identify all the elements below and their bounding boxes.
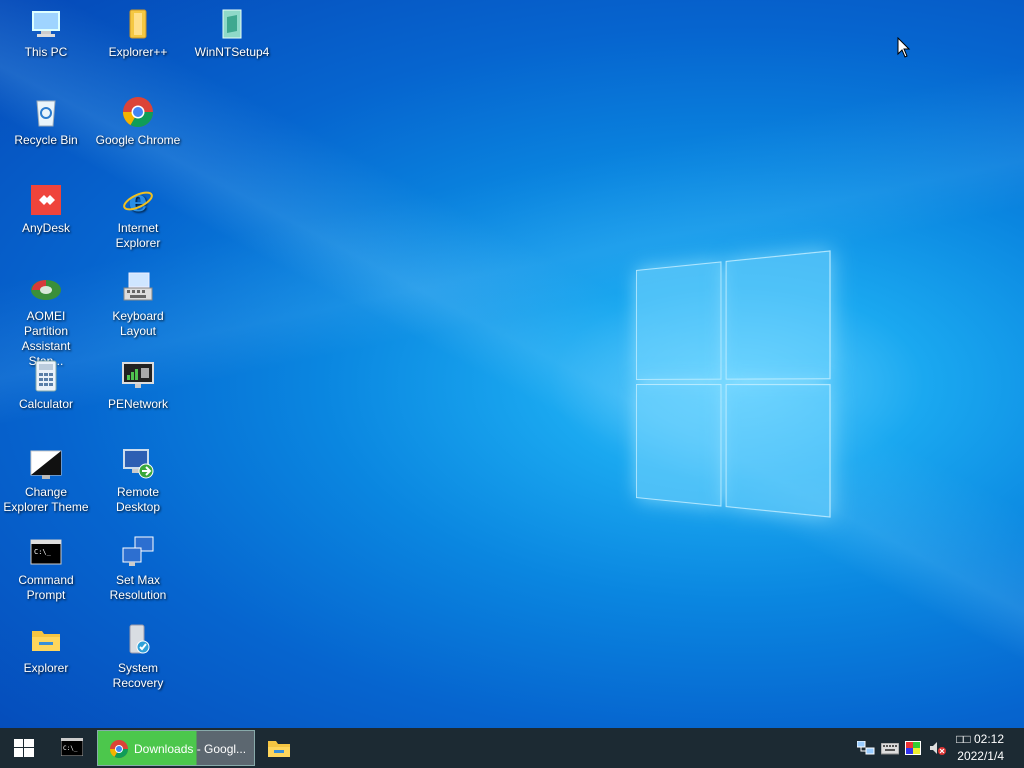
icon-label: PENetwork [107, 397, 169, 411]
start-button[interactable] [0, 728, 48, 768]
desktop-icon-penetwork[interactable]: PENetwork [93, 355, 183, 439]
clock-time: □□ 02:12 [956, 732, 1004, 746]
computer-icon [29, 7, 63, 41]
desktop-icon-set-max-resolution[interactable]: Set Max Resolution [93, 531, 183, 615]
anydesk-icon [29, 183, 63, 217]
icon-label: Google Chrome [95, 133, 181, 147]
mouse-cursor-icon [897, 36, 911, 64]
desktop-icon-winntsetup[interactable]: WinNTSetup4 [187, 3, 277, 87]
remote-desktop-icon [121, 447, 155, 481]
icon-label: Command Prompt [18, 573, 74, 602]
recycle-bin-icon [29, 95, 63, 129]
aomei-icon [29, 271, 63, 305]
chrome-icon [109, 739, 129, 762]
icon-label: Change Explorer Theme [3, 485, 89, 514]
icon-label: Keyboard Layout [112, 309, 164, 338]
clock[interactable]: □□ 02:12 2022/1/4 [956, 731, 1004, 765]
file-explorer-icon [268, 738, 290, 763]
terminal-icon: C:\_ [29, 535, 63, 569]
taskbar-command-prompt[interactable]: C:\_ [48, 728, 96, 768]
desktop-icon-explorer-plus[interactable]: Explorer++ [93, 3, 183, 87]
color-icon [905, 741, 921, 760]
clock-date: 2022/1/4 [957, 749, 1004, 763]
icon-label: Explorer [23, 661, 69, 675]
calculator-icon [29, 359, 63, 393]
desktop-icon-google-chrome[interactable]: Google Chrome [93, 91, 183, 175]
volume-muted-icon [929, 741, 947, 760]
icon-label: Explorer++ [108, 45, 168, 59]
windows-logo-wallpaper [636, 250, 831, 518]
icon-label: Internet Explorer [115, 221, 161, 250]
desktop-icon-command-prompt[interactable]: C:\_ Command Prompt [1, 531, 91, 615]
chrome-icon [121, 95, 155, 129]
setup-icon [215, 7, 249, 41]
svg-text:e: e [128, 184, 147, 217]
theme-icon [29, 447, 63, 481]
desktop-icon-keyboard-layout[interactable]: Keyboard Layout [93, 267, 183, 351]
windows-start-icon [14, 739, 34, 762]
desktop-icon-anydesk[interactable]: AnyDesk [1, 179, 91, 263]
icon-label: Recycle Bin [14, 133, 78, 147]
icon-label: This PC [24, 45, 68, 59]
desktop-icon-recycle-bin[interactable]: Recycle Bin [1, 91, 91, 175]
desktop-icon-calculator[interactable]: Calculator [1, 355, 91, 439]
icon-label: Set Max Resolution [109, 573, 167, 602]
network-icon [856, 740, 875, 760]
taskbar: C:\_ Downloads - Googl... □□ 02:12 2022/… [0, 728, 1024, 768]
icon-label: WinNTSetup4 [194, 45, 270, 59]
icon-label: System Recovery [112, 661, 164, 690]
taskbar-file-explorer[interactable] [258, 728, 300, 768]
icon-label: AnyDesk [21, 221, 71, 235]
desktop-icon-remote-desktop[interactable]: Remote Desktop [93, 443, 183, 527]
recovery-icon [121, 623, 155, 657]
keyboard-icon [121, 271, 155, 305]
desktop-icon-change-explorer-theme[interactable]: Change Explorer Theme [1, 443, 91, 527]
svg-text:C:\_: C:\_ [34, 548, 52, 556]
desktop-icon-internet-explorer[interactable]: e Internet Explorer [93, 179, 183, 263]
desktop-icon-system-recovery[interactable]: System Recovery [93, 619, 183, 703]
keyboard-icon [880, 742, 900, 760]
network-monitor-icon [121, 359, 155, 393]
icon-label: Remote Desktop [115, 485, 161, 514]
taskbar-window-title: Downloads - Googl... [134, 742, 247, 756]
resolution-icon [121, 535, 155, 569]
folder-icon [29, 623, 63, 657]
internet-explorer-icon: e [121, 183, 155, 219]
desktop-icon-explorer[interactable]: Explorer [1, 619, 91, 703]
desktop-icon-this-pc[interactable]: This PC [1, 3, 91, 87]
folder-icon [121, 7, 155, 41]
desktop-icon-aomei[interactable]: AOMEI Partition Assistant Stan... [1, 267, 91, 368]
svg-text:C:\_: C:\_ [63, 745, 78, 752]
icon-label: Calculator [18, 397, 74, 411]
terminal-icon: C:\_ [60, 737, 84, 761]
taskbar-chrome-window[interactable]: Downloads - Googl... [97, 730, 255, 766]
